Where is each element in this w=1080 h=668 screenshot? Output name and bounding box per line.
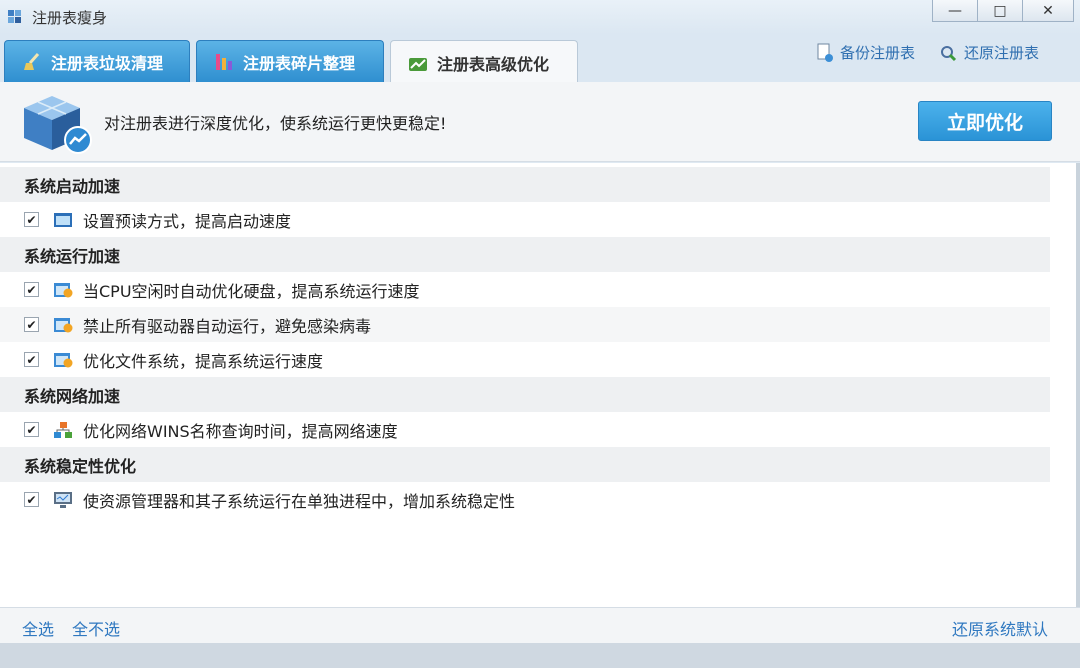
window-controls: — □ ✕ [932,0,1074,22]
section-runtime-header: 系统运行加速 [0,237,1050,272]
tab-label: 注册表高级优化 [437,54,550,74]
list-item[interactable]: ✔ 当CPU空闲时自动优化硬盘，提高系统运行速度 [0,272,1050,307]
tab-registry-advanced[interactable]: 注册表高级优化 [390,40,578,84]
section-startup-header: 系统启动加速 [0,167,1050,202]
item-label: 优化文件系统，提高系统运行速度 [83,351,324,371]
restore-registry-link[interactable]: 还原注册表 [940,42,1039,63]
tab-registry-cleanup[interactable]: 注册表垃圾清理 [4,40,190,82]
window-icon [54,212,72,227]
chart-up-icon [409,57,427,71]
backup-label: 备份注册表 [840,44,916,62]
defrag-icon [216,53,232,70]
list-item[interactable]: ✔ 禁止所有驱动器自动运行，避免感染病毒 [0,307,1050,342]
settings-window-icon [54,317,73,332]
checkbox[interactable]: ✔ [24,352,39,367]
item-label: 禁止所有驱动器自动运行，避免感染病毒 [83,316,372,336]
banner-description: 对注册表进行深度优化，使系统运行更快更稳定! [104,114,447,133]
item-label: 优化网络WINS名称查询时间，提高网络速度 [83,421,398,441]
restore-label: 还原注册表 [964,44,1040,62]
item-label: 使资源管理器和其子系统运行在单独进程中，增加系统稳定性 [83,491,516,511]
backup-registry-link[interactable]: 备份注册表 [816,42,915,63]
maximize-button[interactable]: □ [977,0,1023,22]
window-bottom-edge [0,643,1080,668]
checkbox[interactable]: ✔ [24,422,39,437]
header-banner: 对注册表进行深度优化，使系统运行更快更稳定! 立即优化 [0,82,1080,162]
item-label: 当CPU空闲时自动优化硬盘，提高系统运行速度 [83,281,420,301]
select-all-link[interactable]: 全选 [22,616,54,640]
close-button[interactable]: ✕ [1022,0,1074,22]
item-label: 设置预读方式，提高启动速度 [83,211,292,231]
settings-window-icon [54,282,73,297]
backup-icon [817,43,833,62]
minimize-button[interactable]: — [932,0,978,22]
settings-window-icon [54,352,73,367]
tab-label: 注册表垃圾清理 [51,53,164,73]
tab-registry-defrag[interactable]: 注册表碎片整理 [196,40,384,82]
title-bar: 注册表瘦身 — □ ✕ [0,0,1080,34]
list-item[interactable]: ✔ 设置预读方式，提高启动速度 [0,202,1050,237]
list-item[interactable]: ✔ 优化文件系统，提高系统运行速度 [0,342,1050,377]
tab-label: 注册表碎片整理 [243,53,356,73]
optimize-now-button[interactable]: 立即优化 [918,101,1052,141]
section-network-header: 系统网络加速 [0,377,1050,412]
registry-cube-icon [24,96,92,154]
tab-bar: 注册表垃圾清理 注册表碎片整理 注册表高级优化 备份注册表 还原注册表 [0,34,1080,84]
checkbox[interactable]: ✔ [24,492,39,507]
select-none-link[interactable]: 全不选 [72,616,120,640]
scrollbar[interactable] [1076,163,1080,607]
broom-icon [24,52,40,70]
footer-bar: 全选 全不选 还原系统默认 [0,607,1080,643]
window-title: 注册表瘦身 [32,8,108,27]
restore-default-link[interactable]: 还原系统默认 [952,616,1048,640]
checkbox[interactable]: ✔ [24,212,39,227]
section-stability-header: 系统稳定性优化 [0,447,1050,482]
optimization-list: 系统启动加速 ✔ 设置预读方式，提高启动速度 系统运行加速 ✔ 当CPU空闲时自… [0,163,1080,607]
network-icon [54,421,72,438]
list-item[interactable]: ✔ 使资源管理器和其子系统运行在单独进程中，增加系统稳定性 [0,482,1050,517]
registry-cube-icon [8,10,21,23]
checkbox[interactable]: ✔ [24,282,39,297]
list-item[interactable]: ✔ 优化网络WINS名称查询时间，提高网络速度 [0,412,1050,447]
monitor-icon [54,491,72,508]
restore-icon [941,45,957,61]
checkbox[interactable]: ✔ [24,317,39,332]
